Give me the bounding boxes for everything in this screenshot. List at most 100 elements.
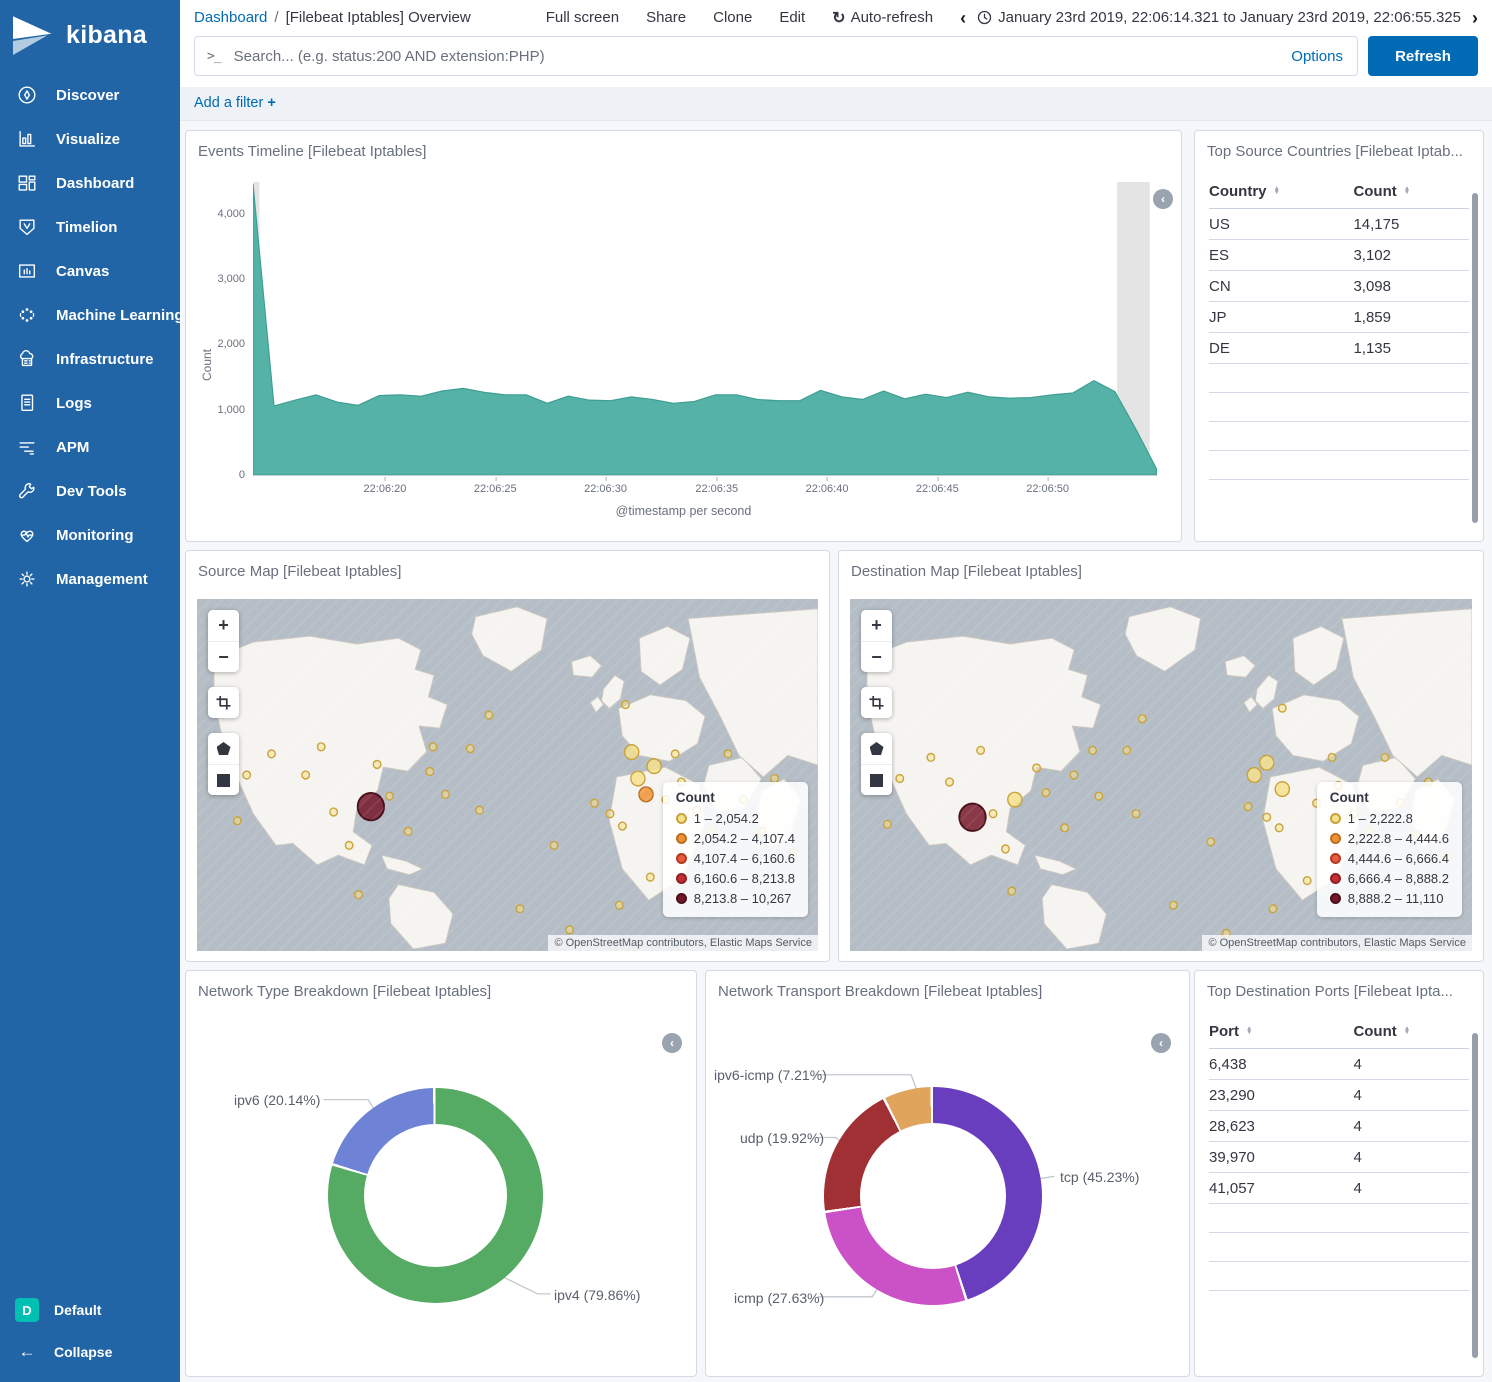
map-bubble[interactable]	[647, 873, 655, 881]
map-bubble[interactable]	[317, 743, 325, 751]
map-bubble[interactable]	[268, 750, 276, 758]
map-bubble[interactable]	[243, 771, 251, 779]
map-bubble[interactable]	[1170, 901, 1178, 909]
sidebar-item-visualize[interactable]: Visualize	[0, 117, 180, 161]
sidebar-item-timelion[interactable]: Timelion	[0, 205, 180, 249]
search-input[interactable]	[232, 47, 1281, 66]
sidebar-item-discover[interactable]: Discover	[0, 73, 180, 117]
map-bubble[interactable]	[566, 926, 574, 934]
map-bubble[interactable]	[442, 790, 450, 798]
map-bubble[interactable]	[1247, 768, 1261, 783]
zoom-in-button[interactable]: +	[861, 610, 892, 641]
map-bubble[interactable]	[1070, 771, 1078, 779]
sidebar-item-monitoring[interactable]: Monitoring	[0, 513, 180, 557]
map-bubble[interactable]	[404, 827, 412, 835]
map-bubble[interactable]	[1263, 813, 1271, 821]
area-chart[interactable]: 01,0002,0003,0004,00022:06:2022:06:2522:…	[253, 182, 1157, 476]
map-bubble[interactable]	[625, 745, 639, 760]
sidebar-item-dashboard[interactable]: Dashboard	[0, 161, 180, 205]
refresh-button[interactable]: Refresh	[1368, 36, 1478, 76]
map-bubble[interactable]	[616, 901, 624, 909]
space-switcher-default[interactable]: D Default	[0, 1288, 180, 1332]
auto-refresh-button[interactable]: ↻ Auto-refresh	[832, 8, 933, 28]
map-bubble[interactable]	[946, 778, 954, 786]
map-bubble[interactable]	[1042, 789, 1050, 797]
map-bubble[interactable]	[884, 820, 892, 828]
sort-header[interactable]: Country▲▼	[1209, 183, 1353, 200]
sidebar-item-management[interactable]: Management	[0, 557, 180, 601]
map-bubble[interactable]	[1008, 792, 1022, 807]
time-range-picker[interactable]: January 23rd 2019, 22:06:14.321 to Janua…	[977, 9, 1461, 26]
map-bubble[interactable]	[1303, 877, 1311, 885]
draw-rectangle-button[interactable]	[208, 764, 239, 795]
scrollbar[interactable]	[1472, 1033, 1478, 1358]
legend-toggle-button[interactable]: ‹	[1153, 189, 1173, 209]
sidebar-item-machine-learning[interactable]: Machine Learning	[0, 293, 180, 337]
sort-header[interactable]: Port▲▼	[1209, 1023, 1353, 1040]
map-canvas[interactable]: + − Count 1 – 2,222.82,222.8 –	[850, 599, 1472, 951]
sidebar-item-logs[interactable]: Logs	[0, 381, 180, 425]
zoom-in-button[interactable]: +	[208, 610, 239, 641]
clone-button[interactable]: Clone	[713, 9, 752, 26]
map-bubble[interactable]	[429, 743, 437, 751]
map-bubble[interactable]	[302, 771, 310, 779]
map-bubble[interactable]	[516, 905, 524, 913]
map-bubble[interactable]	[345, 841, 353, 849]
sidebar-item-dev-tools[interactable]: Dev Tools	[0, 469, 180, 513]
legend-toggle-button[interactable]: ‹	[662, 1033, 682, 1053]
breadcrumb-dashboard-link[interactable]: Dashboard	[194, 9, 267, 26]
map-bubble[interactable]	[1061, 824, 1069, 832]
map-bubble[interactable]	[466, 745, 474, 753]
sidebar-item-infrastructure[interactable]: Infrastructure	[0, 337, 180, 381]
add-filter-link[interactable]: Add a filter +	[194, 95, 276, 111]
time-back-chevron-icon[interactable]: ‹	[960, 9, 966, 27]
map-bubble[interactable]	[631, 771, 645, 786]
scrollbar[interactable]	[1472, 193, 1478, 523]
map-bubble[interactable]	[591, 799, 599, 807]
full-screen-button[interactable]: Full screen	[546, 9, 619, 26]
map-bubble[interactable]	[1095, 792, 1103, 800]
sidebar-item-canvas[interactable]: Canvas	[0, 249, 180, 293]
draw-polygon-button[interactable]	[208, 733, 239, 764]
draw-rectangle-button[interactable]	[861, 764, 892, 795]
map-bubble[interactable]	[1275, 782, 1289, 797]
map-bubble[interactable]	[234, 817, 242, 825]
time-forward-chevron-icon[interactable]: ›	[1472, 9, 1478, 27]
collapse-nav-button[interactable]: ← Collapse	[0, 1332, 180, 1372]
map-bubble[interactable]	[550, 841, 558, 849]
map-bubble[interactable]	[1260, 755, 1274, 770]
map-bubble[interactable]	[1207, 838, 1215, 846]
sidebar-item-apm[interactable]: APM	[0, 425, 180, 469]
fit-bounds-button[interactable]	[208, 687, 239, 718]
map-bubble[interactable]	[606, 810, 614, 818]
map-bubble[interactable]	[485, 711, 493, 719]
map-bubble[interactable]	[1132, 810, 1140, 818]
map-bubble[interactable]	[927, 753, 935, 761]
map-bubble[interactable]	[671, 750, 679, 758]
map-bubble[interactable]	[426, 768, 434, 776]
map-bubble[interactable]	[989, 810, 997, 818]
map-canvas[interactable]: + − Count 1 – 2,054.22,054.2 –	[197, 599, 818, 951]
map-bubble[interactable]	[1328, 753, 1336, 761]
map-bubble[interactable]	[1123, 746, 1131, 754]
map-bubble[interactable]	[639, 787, 653, 802]
sort-header[interactable]: Count▲▼	[1353, 183, 1469, 200]
map-bubble[interactable]	[1269, 905, 1277, 913]
edit-button[interactable]: Edit	[779, 9, 805, 26]
legend-toggle-button[interactable]: ‹	[1151, 1033, 1171, 1053]
zoom-out-button[interactable]: −	[208, 641, 239, 672]
map-bubble[interactable]	[1279, 704, 1287, 712]
map-bubble[interactable]	[1381, 753, 1389, 761]
map-bubble[interactable]	[358, 793, 384, 820]
sort-header[interactable]: Count▲▼	[1353, 1023, 1469, 1040]
map-bubble[interactable]	[647, 759, 661, 774]
map-bubble[interactable]	[476, 806, 484, 814]
map-bubble[interactable]	[619, 822, 627, 830]
share-button[interactable]: Share	[646, 9, 686, 26]
map-bubble[interactable]	[1033, 764, 1041, 772]
map-bubble[interactable]	[1139, 715, 1147, 723]
map-bubble[interactable]	[386, 792, 394, 800]
kibana-logo[interactable]: kibana	[0, 0, 180, 73]
map-bubble[interactable]	[330, 808, 338, 816]
map-bubble[interactable]	[959, 804, 985, 831]
